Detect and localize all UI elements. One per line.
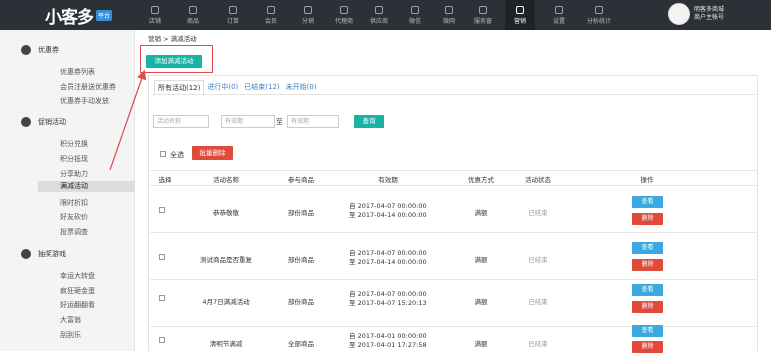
validity-period: 自 2017-04-07 00:00:00 至 2017-04-07 15:20:… (349, 290, 427, 308)
delete-button[interactable]: 删除 (632, 301, 663, 313)
period-from: 自 2017-04-07 00:00:00 (349, 290, 427, 298)
date-to-input[interactable]: 有效期 (287, 115, 339, 128)
goods-scope: 部份商品 (288, 298, 314, 306)
column-header: 参与商品 (288, 176, 314, 184)
search-button[interactable]: 查询 (354, 115, 384, 128)
period-to: 至 2017-04-14 00:00:00 (349, 211, 427, 219)
activity-name-input[interactable]: 活动名称 (153, 115, 209, 128)
select-all-label: 全选 (170, 151, 184, 159)
column-header: 有效期 (378, 176, 398, 184)
activity-name: 测试商品是否重复 (200, 256, 252, 264)
delete-button[interactable]: 删除 (632, 259, 663, 271)
select-all-checkbox[interactable] (160, 151, 166, 157)
view-button[interactable]: 查看 (632, 325, 663, 337)
activity-status: 已结束 (528, 340, 548, 348)
column-header: 优惠方式 (468, 176, 494, 184)
delete-button[interactable]: 删除 (632, 341, 663, 353)
discount-type: 满额 (474, 298, 488, 306)
goods-scope: 部份商品 (288, 209, 314, 217)
discount-type: 满额 (474, 256, 488, 264)
period-from: 自 2017-04-07 00:00:00 (349, 249, 427, 257)
column-header: 操作 (640, 176, 654, 184)
period-to: 至 2017-04-07 15:20:13 (349, 299, 427, 307)
view-button[interactable]: 查看 (632, 284, 663, 296)
discount-type: 满额 (474, 340, 488, 348)
goods-scope: 部份商品 (288, 256, 314, 264)
row-checkbox[interactable] (159, 207, 165, 213)
validity-period: 自 2017-04-07 00:00:00 至 2017-04-14 00:00:… (349, 202, 427, 220)
table-header (150, 170, 758, 186)
validity-period: 自 2017-04-01 00:00:00 至 2017-04-01 17:27:… (349, 332, 427, 350)
column-header: 选择 (158, 176, 172, 184)
period-from: 自 2017-04-07 00:00:00 (349, 202, 427, 210)
period-to: 至 2017-04-01 17:27:58 (349, 341, 427, 349)
row-checkbox[interactable] (159, 295, 165, 301)
row-checkbox[interactable] (159, 254, 165, 260)
bulk-delete-button[interactable]: 批量删除 (192, 146, 233, 160)
tab-divider (152, 94, 756, 95)
period-to: 至 2017-04-14 00:00:00 (349, 258, 427, 266)
activity-name: 4月7日满减活动 (202, 298, 250, 306)
row-checkbox[interactable] (159, 337, 165, 343)
column-header: 活动状态 (525, 176, 551, 184)
date-range-separator: 至 (276, 118, 283, 126)
view-button[interactable]: 查看 (632, 242, 663, 254)
view-button[interactable]: 查看 (632, 196, 663, 208)
validity-period: 自 2017-04-07 00:00:00 至 2017-04-14 00:00:… (349, 249, 427, 267)
activity-name: 清明节满减 (209, 340, 243, 348)
goods-scope: 全部商品 (288, 340, 314, 348)
activity-name: 恭恭敬敬 (213, 209, 239, 217)
discount-type: 满额 (474, 209, 488, 217)
period-from: 自 2017-04-01 00:00:00 (349, 332, 427, 340)
activity-status: 已结束 (528, 298, 548, 306)
column-header: 活动名称 (213, 176, 239, 184)
date-from-input[interactable]: 有效期 (221, 115, 275, 128)
activity-status: 已结束 (528, 209, 548, 217)
delete-button[interactable]: 删除 (632, 213, 663, 225)
table-row (150, 187, 758, 233)
activity-status: 已结束 (528, 256, 548, 264)
